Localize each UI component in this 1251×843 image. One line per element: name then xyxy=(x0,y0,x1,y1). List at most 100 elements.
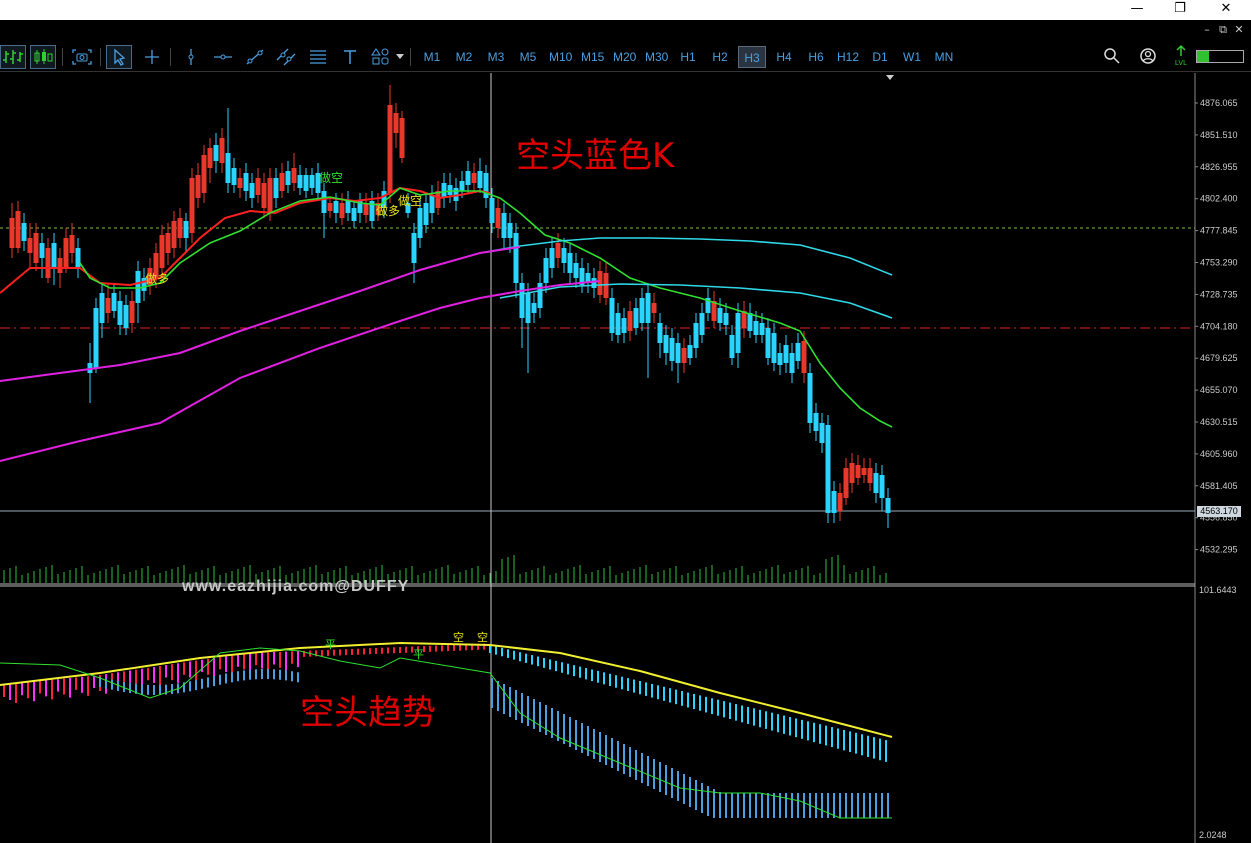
level-icon[interactable]: LVL xyxy=(1170,44,1192,72)
timeframe-h1[interactable]: H1 xyxy=(674,46,702,68)
candle-body xyxy=(807,373,813,423)
timeframe-m20[interactable]: M20 xyxy=(610,46,639,68)
candle-body xyxy=(615,313,621,335)
candle-body xyxy=(303,175,309,191)
timeframe-m15[interactable]: M15 xyxy=(578,46,607,68)
timeframe-h4[interactable]: H4 xyxy=(770,46,798,68)
text-icon[interactable] xyxy=(337,45,363,69)
mdi-restore-button[interactable]: ⧉ xyxy=(1216,22,1230,38)
fibonacci-icon[interactable] xyxy=(305,45,331,69)
candle-body xyxy=(111,293,117,311)
timeframe-m30[interactable]: M30 xyxy=(642,46,671,68)
candle-body xyxy=(825,425,831,513)
candle-body xyxy=(129,301,135,323)
candle-body xyxy=(591,278,597,288)
timeframe-h12[interactable]: H12 xyxy=(834,46,862,68)
price-tick-label: 4605.960 xyxy=(1200,449,1238,459)
candle-body xyxy=(639,298,645,323)
timeframe-m2[interactable]: M2 xyxy=(450,46,478,68)
window-minimize-button[interactable]: — xyxy=(1117,0,1157,20)
window-titlebar: — ❐ ✕ xyxy=(0,0,1251,20)
timeframe-m10[interactable]: M10 xyxy=(546,46,575,68)
candle-body xyxy=(753,321,759,335)
candle-body xyxy=(51,243,57,268)
candle-body xyxy=(279,173,285,191)
candle-body xyxy=(519,283,525,318)
vertical-line-icon[interactable] xyxy=(178,45,204,69)
candle-body xyxy=(465,171,471,185)
candle-body xyxy=(597,271,603,295)
candle-body xyxy=(849,463,855,483)
timeframe-h2[interactable]: H2 xyxy=(706,46,734,68)
candle-body xyxy=(165,233,171,253)
screenshot-icon[interactable] xyxy=(69,45,95,69)
candle-body xyxy=(777,353,783,365)
price-tick-label: 4704.180 xyxy=(1200,321,1238,331)
timeframe-w1[interactable]: W1 xyxy=(898,46,926,68)
cursor-icon[interactable] xyxy=(106,45,132,69)
mdi-close-button[interactable]: ✕ xyxy=(1232,22,1246,38)
candle-body xyxy=(447,185,453,195)
candle-body xyxy=(495,208,501,228)
window-restore-button[interactable]: ❐ xyxy=(1160,0,1200,20)
candle-body xyxy=(621,318,627,333)
current-price-tag: 4563.170 xyxy=(1197,506,1241,517)
candle-body xyxy=(729,335,735,358)
price-tick-label: 4826.955 xyxy=(1200,162,1238,172)
candle-body xyxy=(123,305,129,328)
candle-body xyxy=(819,423,825,443)
candle-body xyxy=(801,341,807,373)
chart-candles-icon[interactable] xyxy=(30,45,56,69)
mdi-strip: – ⧉ ✕ xyxy=(0,20,1251,42)
candle-body xyxy=(735,313,741,353)
crosshair-icon[interactable] xyxy=(139,45,165,69)
candle-body xyxy=(657,323,663,343)
candle-body xyxy=(561,248,567,263)
candle-body xyxy=(207,148,213,168)
horizontal-line-icon[interactable] xyxy=(210,45,236,69)
candle-body xyxy=(555,243,561,258)
candle-body xyxy=(477,171,483,188)
ma-green-line xyxy=(79,187,893,428)
candle-body xyxy=(399,118,405,158)
account-icon[interactable] xyxy=(1138,46,1158,70)
signal-label: 做空 xyxy=(319,170,343,185)
candle-body xyxy=(687,345,693,358)
timeframe-h6[interactable]: H6 xyxy=(802,46,830,68)
candle-body xyxy=(57,258,63,273)
timeframe-h3[interactable]: H3 xyxy=(738,46,766,68)
price-chart[interactable]: 4876.065 4851.510 4826.955 4802.400 4777.845… xyxy=(0,73,1251,843)
indicator-axis-bottom: 2.0248 xyxy=(1199,830,1227,840)
chart-bars-icon[interactable] xyxy=(0,45,26,69)
window-close-button[interactable]: ✕ xyxy=(1206,0,1246,20)
shapes-icon[interactable] xyxy=(368,45,394,69)
channel-icon[interactable] xyxy=(273,45,299,69)
chart-area[interactable]: 4876.065 4851.510 4826.955 4802.400 4777.845… xyxy=(0,73,1251,843)
candle-body xyxy=(867,468,873,483)
candle-body xyxy=(69,235,75,253)
chevron-down-icon[interactable] xyxy=(396,54,404,59)
mdi-minimize-button[interactable]: – xyxy=(1200,22,1214,38)
trend-line-icon[interactable] xyxy=(242,45,268,69)
indicator-signal-label: 平 xyxy=(325,638,336,651)
timeframe-d1[interactable]: D1 xyxy=(866,46,894,68)
candle-body xyxy=(693,323,699,348)
timeframe-m5[interactable]: M5 xyxy=(514,46,542,68)
candle-body xyxy=(567,253,573,273)
price-tick-label: 4679.625 xyxy=(1200,353,1238,363)
candle-body xyxy=(297,175,303,188)
candle-body xyxy=(645,293,651,323)
candle-body xyxy=(321,191,327,213)
candle-body xyxy=(675,343,681,363)
search-icon[interactable] xyxy=(1102,46,1122,70)
price-tick-label: 4753.290 xyxy=(1200,258,1238,268)
candle-body xyxy=(285,171,291,185)
timeframe-m1[interactable]: M1 xyxy=(418,46,446,68)
price-tick-label: 4851.510 xyxy=(1200,130,1238,140)
candle-body xyxy=(723,313,729,325)
candle-body xyxy=(531,303,537,313)
timeframe-mn[interactable]: MN xyxy=(930,46,958,68)
timeframe-m3[interactable]: M3 xyxy=(482,46,510,68)
candle-body xyxy=(177,218,183,238)
candle-body xyxy=(345,201,351,213)
